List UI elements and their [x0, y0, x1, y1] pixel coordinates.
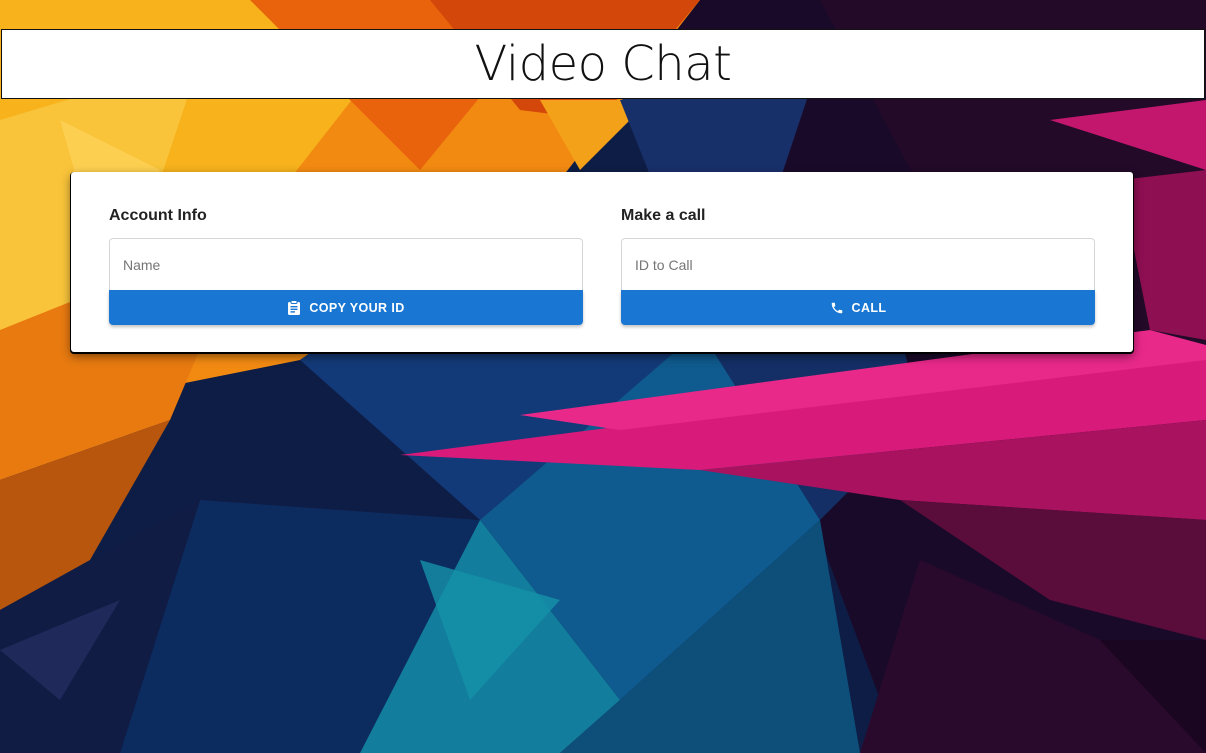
phone-icon: [830, 301, 844, 315]
account-info-section: Account Info COPY YOUR ID: [109, 206, 583, 325]
name-input[interactable]: [109, 238, 583, 290]
copy-id-button-label: COPY YOUR ID: [309, 300, 405, 315]
call-button-label: CALL: [851, 300, 887, 315]
make-call-heading: Make a call: [621, 207, 706, 224]
clipboard-icon: [287, 300, 301, 315]
abstract-background: [0, 0, 1206, 753]
control-card: Account Info COPY YOUR ID Make a call: [71, 172, 1133, 352]
account-info-heading: Account Info: [109, 207, 207, 224]
copy-id-button[interactable]: COPY YOUR ID: [109, 290, 583, 325]
page-title: Video Chat: [474, 36, 732, 92]
call-button[interactable]: CALL: [621, 290, 1095, 325]
make-call-section: Make a call CALL: [621, 206, 1095, 325]
title-bar: Video Chat: [1, 29, 1205, 99]
id-to-call-input[interactable]: [621, 238, 1095, 290]
